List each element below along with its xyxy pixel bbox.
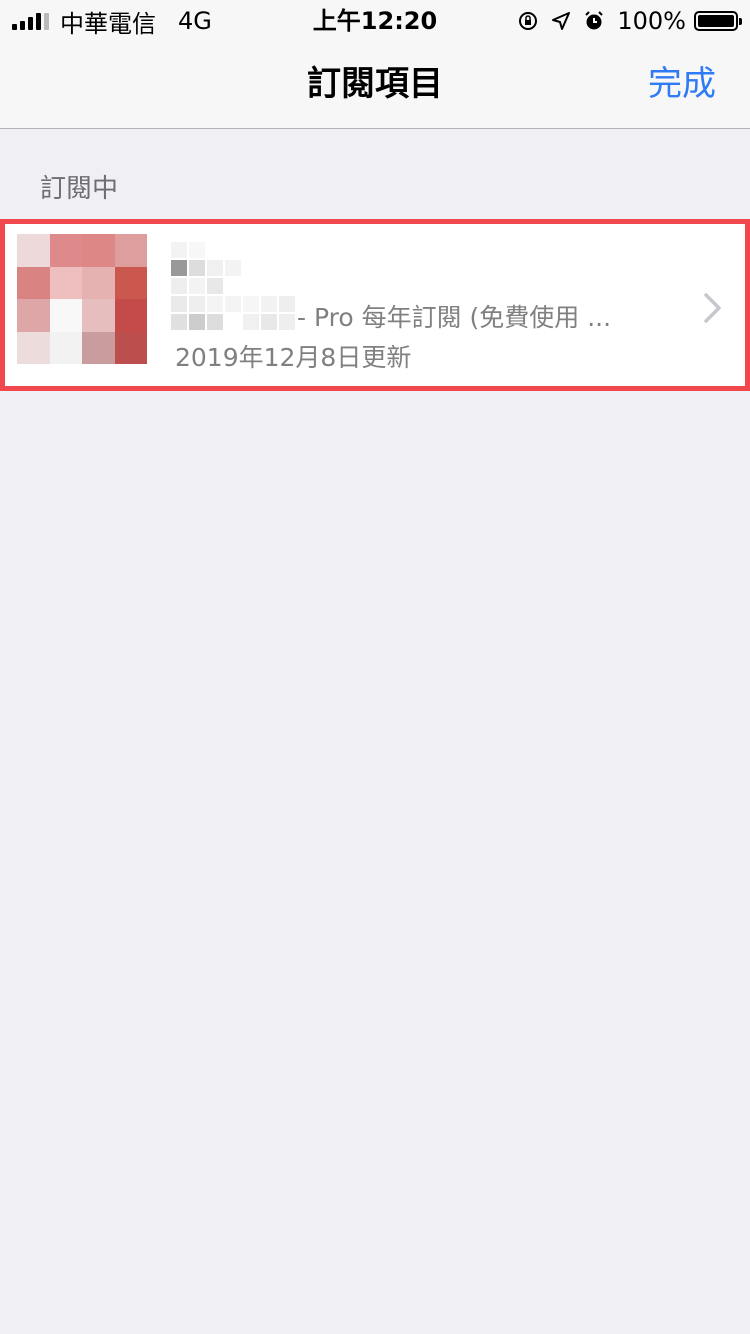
- subscription-name-line: - Pro 每年訂閱 (免費使用 ...: [171, 296, 691, 336]
- battery-icon: [694, 11, 742, 31]
- location-icon: [551, 11, 571, 31]
- page-title: 訂閱項目: [307, 64, 443, 104]
- status-bar: 中華電信 4G 上午12:20 100%: [0, 0, 750, 40]
- chevron-right-icon: [704, 293, 721, 323]
- subscription-row[interactable]: - Pro 每年訂閱 (免費使用 ... 2019年12月8日更新: [0, 219, 750, 391]
- done-button[interactable]: 完成: [648, 40, 716, 128]
- app-icon: [17, 234, 147, 364]
- status-right: 100%: [517, 6, 742, 36]
- subscription-updated-date: 2019年12月8日更新: [175, 343, 412, 372]
- alarm-icon: [583, 10, 605, 32]
- battery-percent: 100%: [617, 7, 686, 35]
- orientation-lock-icon: [517, 10, 539, 32]
- navigation-bar: 訂閱項目 完成: [0, 40, 750, 129]
- section-header-active: 訂閱中: [40, 174, 119, 204]
- subscription-name: - Pro 每年訂閱 (免費使用 ...: [297, 303, 612, 332]
